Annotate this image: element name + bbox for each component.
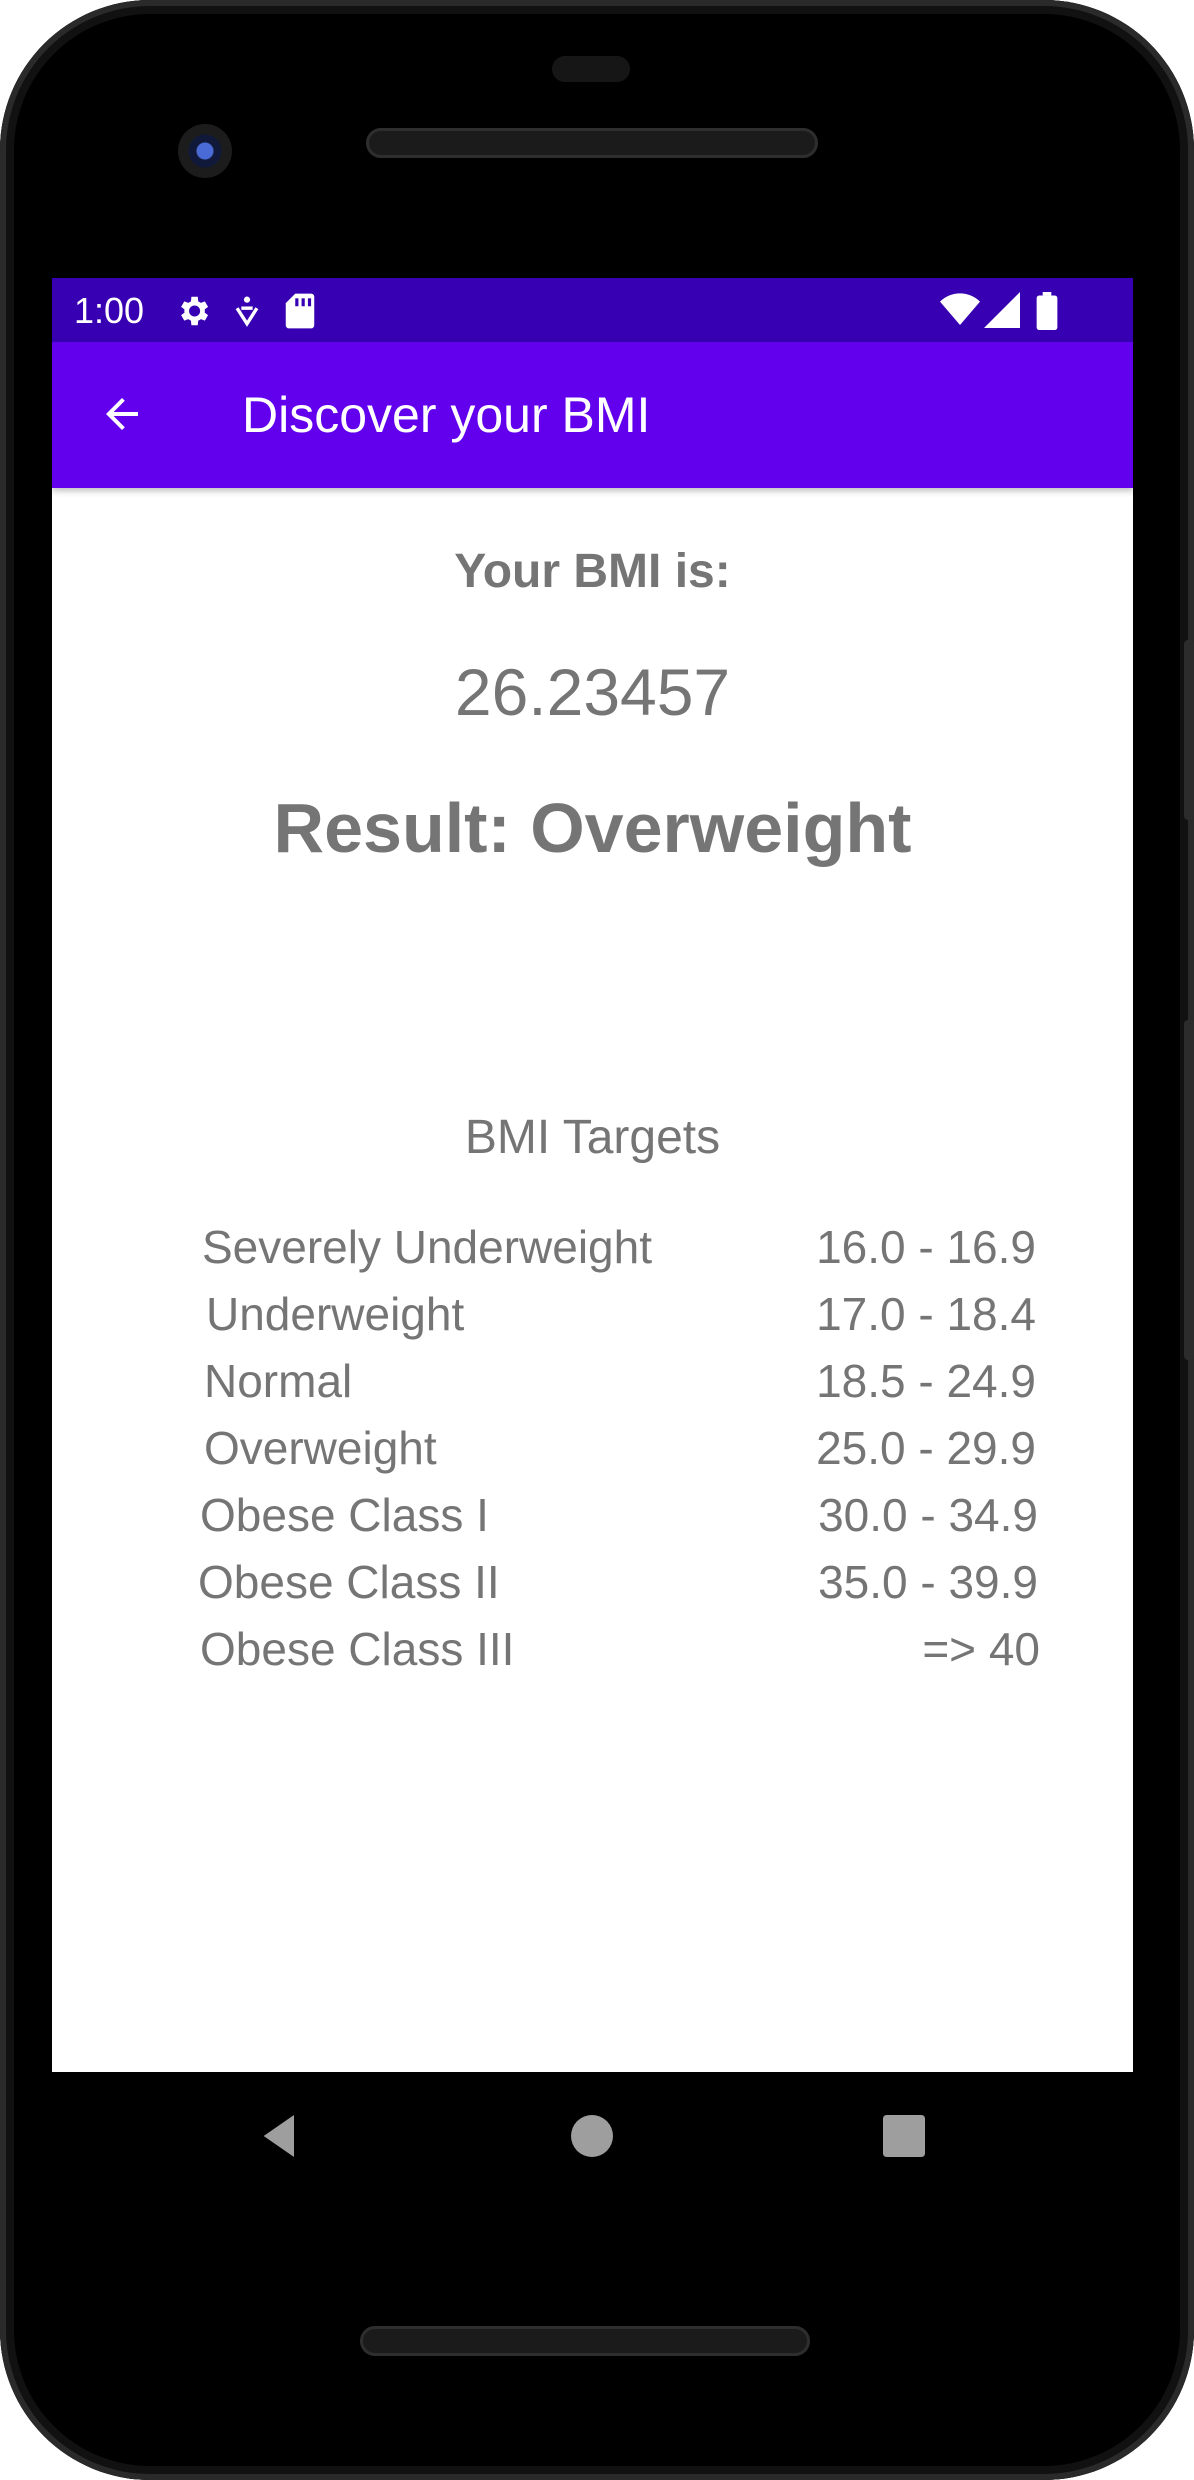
- row-range: 35.0 - 39.9: [818, 1556, 1038, 1608]
- row-category: Obese Class I: [200, 1489, 489, 1541]
- row-category: Underweight: [206, 1288, 465, 1340]
- page-title: Discover your BMI: [242, 387, 651, 443]
- row-range: 25.0 - 29.9: [816, 1422, 1036, 1474]
- gear-icon: [174, 292, 212, 335]
- row-category: Normal: [204, 1355, 353, 1407]
- arrow-left-icon: [98, 390, 146, 443]
- signal-icon: [984, 292, 1020, 333]
- bmi-label: Your BMI is:: [454, 545, 731, 598]
- row-range: 17.0 - 18.4: [816, 1288, 1036, 1340]
- targets-table: Severely Underweight 16.0 - 16.9 Underwe…: [198, 1220, 1040, 1689]
- table-row: Normal 18.5 - 24.9: [200, 1354, 1040, 1421]
- volume-button: [1184, 1020, 1194, 1360]
- nav-home-button[interactable]: [564, 2108, 620, 2164]
- navigation-bar: [52, 2072, 1133, 2202]
- battery-icon: [1036, 292, 1058, 335]
- sd-card-icon: [284, 292, 316, 335]
- phone-frame: 1:00 Discover your BMI Your BMI is: 26.2…: [0, 0, 1194, 2480]
- row-category: Severely Underweight: [202, 1221, 653, 1273]
- app-screen: 1:00 Discover your BMI Your BMI is: 26.2…: [52, 278, 1133, 2072]
- front-camera: [178, 124, 232, 178]
- row-category: Obese Class III: [200, 1623, 515, 1675]
- row-range: 18.5 - 24.9: [816, 1355, 1036, 1407]
- accessibility-icon: [230, 292, 264, 335]
- nav-recents-button[interactable]: [876, 2108, 932, 2164]
- bmi-value: 26.23457: [454, 655, 731, 729]
- table-row: Obese Class III => 40: [200, 1622, 1040, 1689]
- table-row: Overweight 25.0 - 29.9: [200, 1421, 1040, 1488]
- recents-square-icon: [876, 2115, 932, 2168]
- back-triangle-icon: [252, 2115, 308, 2168]
- power-button: [1184, 640, 1194, 820]
- bmi-result: Result: Overweight: [273, 789, 912, 867]
- proximity-sensor: [552, 56, 630, 82]
- status-bar: 1:00: [52, 278, 1133, 342]
- row-range: => 40: [922, 1623, 1040, 1675]
- row-range: 16.0 - 16.9: [816, 1221, 1036, 1273]
- table-row: Obese Class II 35.0 - 39.9: [198, 1555, 1040, 1622]
- table-row: Underweight 17.0 - 18.4: [200, 1287, 1040, 1354]
- bottom-speaker: [360, 2326, 810, 2356]
- row-category: Overweight: [204, 1422, 437, 1474]
- targets-heading: BMI Targets: [464, 1111, 721, 1164]
- home-circle-icon: [564, 2115, 620, 2168]
- wifi-icon: [940, 292, 980, 333]
- back-button[interactable]: [92, 386, 152, 446]
- row-range: 30.0 - 34.9: [818, 1489, 1038, 1541]
- table-row: Obese Class I 30.0 - 34.9: [200, 1488, 1040, 1555]
- row-category: Obese Class II: [198, 1556, 500, 1608]
- app-toolbar: Discover your BMI: [52, 342, 1133, 488]
- earpiece-speaker: [366, 128, 818, 158]
- table-row: Severely Underweight 16.0 - 16.9: [200, 1220, 1040, 1287]
- nav-back-button[interactable]: [252, 2108, 308, 2164]
- status-time: 1:00: [74, 290, 145, 331]
